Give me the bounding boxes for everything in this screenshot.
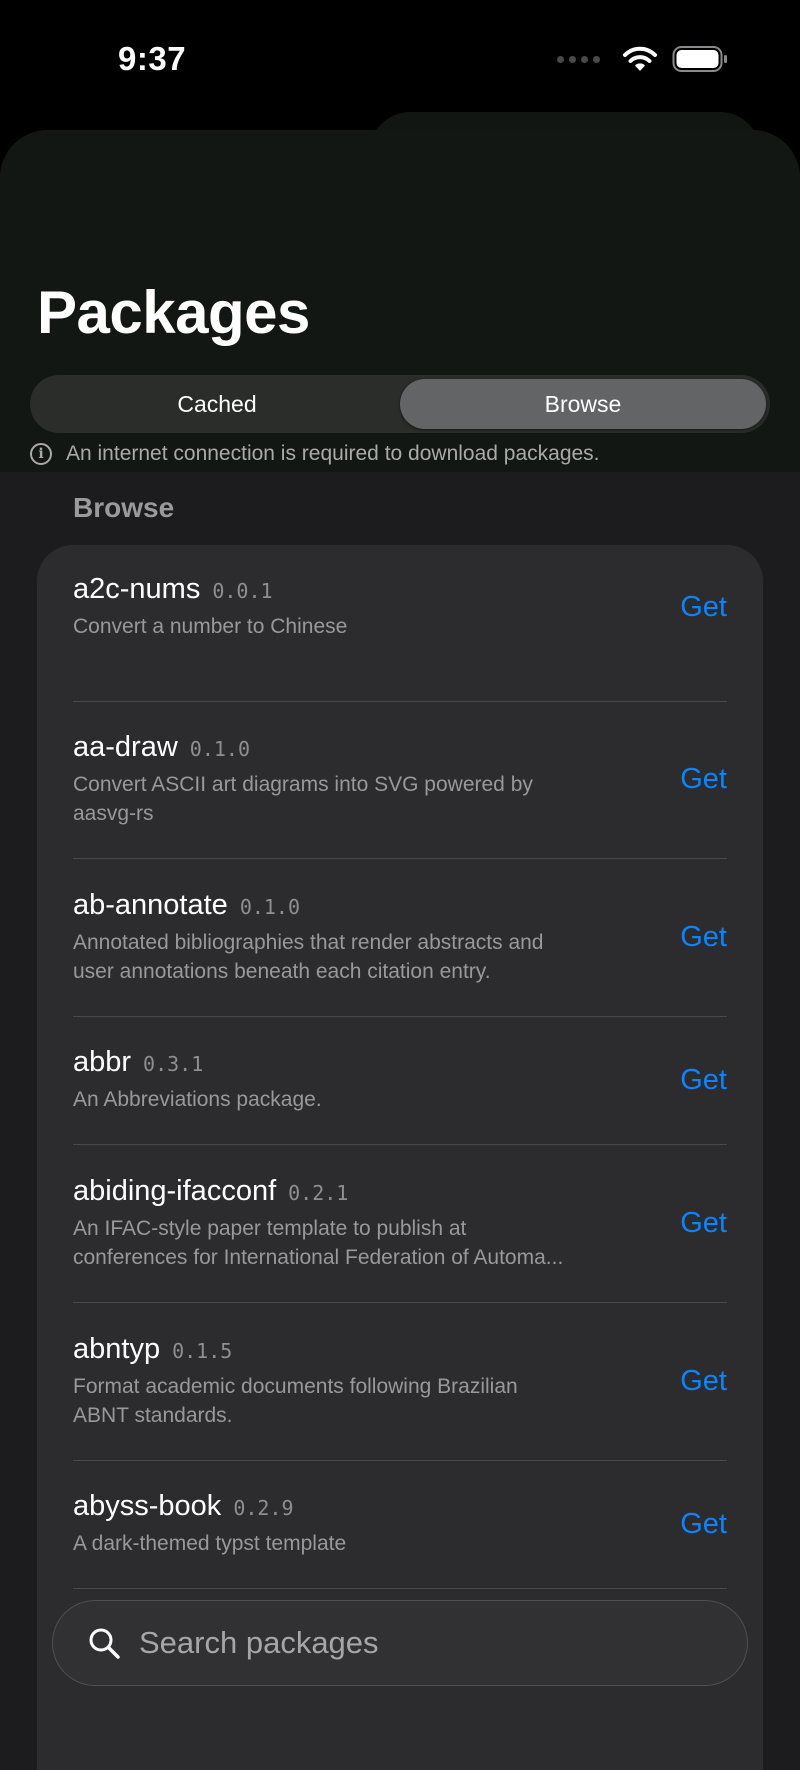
package-version: 0.3.1	[143, 1052, 204, 1076]
wifi-icon	[623, 46, 657, 71]
package-row[interactable]: abiding-ifacconf 0.2.1 An IFAC-style pap…	[73, 1144, 727, 1302]
header: Packages Cached Browse i An internet con…	[0, 130, 800, 472]
package-description: Annotated bibliographies that render abs…	[73, 930, 544, 983]
get-button[interactable]: Get	[680, 1207, 727, 1240]
package-description: Convert a number to Chinese	[73, 615, 348, 638]
get-button[interactable]: Get	[680, 1064, 727, 1097]
status-time: 9:37	[118, 40, 187, 77]
package-description: Convert ASCII art diagrams into SVG powe…	[73, 773, 533, 825]
package-version: 0.0.1	[212, 579, 273, 603]
segment-browse[interactable]: Browse	[400, 379, 766, 429]
battery-icon	[672, 46, 727, 72]
package-description: An Abbreviations package.	[73, 1088, 322, 1111]
package-name: ab-annotate	[73, 888, 228, 921]
segment-cached[interactable]: Cached	[34, 379, 400, 429]
package-row[interactable]: a2c-nums 0.0.1 Convert a number to Chine…	[73, 573, 727, 641]
package-name: abntyp	[73, 1332, 161, 1365]
segmented-control: Cached Browse	[30, 375, 770, 433]
status-bar: 9:37	[0, 0, 800, 120]
package-version: 0.2.9	[233, 1496, 294, 1520]
notice-text: An internet connection is required to do…	[66, 442, 600, 465]
package-list: a2c-nums 0.0.1 Convert a number to Chine…	[37, 545, 763, 1770]
info-icon: i	[30, 443, 52, 465]
package-version: 0.1.5	[172, 1338, 233, 1363]
package-row[interactable]: aa-draw 0.1.0 Convert ASCII art diagrams…	[73, 701, 727, 858]
get-button[interactable]: Get	[680, 921, 727, 954]
search-input[interactable]	[139, 1625, 699, 1661]
signal-dots-icon	[557, 55, 600, 63]
search-bar[interactable]	[52, 1600, 748, 1686]
connection-notice: i An internet connection is required to …	[30, 442, 600, 466]
search-icon	[89, 1628, 120, 1659]
package-version: 0.1.0	[189, 737, 250, 761]
package-row[interactable]: abbr 0.3.1 An Abbreviations package. Get	[73, 1016, 727, 1144]
divider	[73, 1588, 727, 1589]
package-description: An IFAC-style paper template to publish …	[73, 1216, 564, 1269]
package-version: 0.2.1	[288, 1180, 349, 1205]
section-label: Browse	[73, 492, 175, 523]
package-row[interactable]: abyss-book 0.2.9 A dark-themed typst tem…	[73, 1460, 727, 1588]
get-button[interactable]: Get	[680, 1365, 727, 1398]
status-icons	[557, 44, 728, 74]
packages-sheet: Packages Cached Browse i An internet con…	[0, 130, 800, 1770]
get-button[interactable]: Get	[680, 1508, 727, 1541]
package-description: Format academic documents following Braz…	[73, 1374, 518, 1427]
package-name: abiding-ifacconf	[73, 1174, 277, 1207]
package-description: A dark-themed typst template	[73, 1532, 347, 1555]
package-name: abyss-book	[73, 1490, 222, 1522]
package-version: 0.1.0	[239, 894, 301, 919]
get-button[interactable]: Get	[680, 763, 727, 796]
package-row[interactable]: abntyp 0.1.5 Format academic documents f…	[73, 1302, 727, 1460]
package-name: aa-draw	[73, 731, 178, 763]
package-name: abbr	[73, 1046, 132, 1078]
get-button[interactable]: Get	[680, 591, 727, 624]
package-row[interactable]: ab-annotate 0.1.0 Annotated bibliographi…	[73, 858, 727, 1016]
package-name: a2c-nums	[73, 573, 201, 605]
page-title: Packages	[37, 279, 310, 346]
